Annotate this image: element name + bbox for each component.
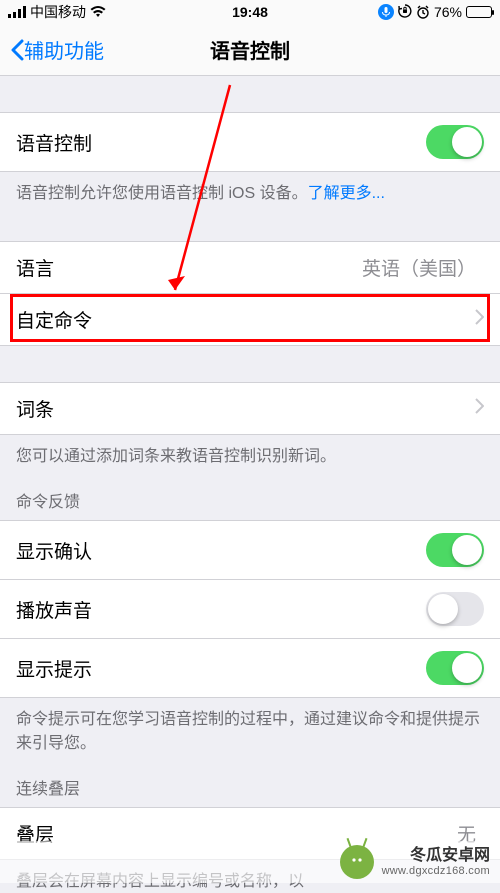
nav-bar: 辅助功能 语音控制 <box>0 24 500 76</box>
watermark-url: www.dgxcdz168.com <box>382 865 490 877</box>
mic-badge-icon <box>378 4 394 20</box>
back-label: 辅助功能 <box>24 35 104 64</box>
battery-icon <box>466 6 492 18</box>
show-confirm-toggle[interactable] <box>426 533 484 567</box>
show-confirm-row[interactable]: 显示确认 <box>0 520 500 580</box>
voice-control-label: 语音控制 <box>16 129 426 156</box>
watermark-name: 冬瓜安卓网 <box>382 847 490 865</box>
language-label: 语言 <box>16 254 362 281</box>
show-hints-label: 显示提示 <box>16 655 426 682</box>
alarm-icon <box>416 5 430 19</box>
carrier-label: 中国移动 <box>30 2 86 22</box>
vocabulary-row[interactable]: 词条 <box>0 382 500 435</box>
custom-commands-label: 自定命令 <box>16 306 475 333</box>
voice-control-toggle[interactable] <box>426 125 484 159</box>
show-hints-toggle[interactable] <box>426 651 484 685</box>
watermark-logo-icon <box>340 845 374 879</box>
language-value: 英语（美国） <box>362 254 476 281</box>
back-button[interactable]: 辅助功能 <box>10 35 104 64</box>
show-confirm-label: 显示确认 <box>16 537 426 564</box>
vocabulary-footer: 您可以通过添加词条来教语音控制识别新词。 <box>0 435 500 468</box>
status-bar: 中国移动 19:48 76% <box>0 0 500 24</box>
chevron-left-icon <box>10 39 24 61</box>
language-row[interactable]: 语言 英语（美国） <box>0 241 500 294</box>
signal-icon <box>8 6 26 18</box>
overlay-header: 连续叠层 <box>0 755 500 807</box>
voice-control-footer: 语音控制允许您使用语音控制 iOS 设备。了解更多... <box>0 172 500 205</box>
play-sound-row[interactable]: 播放声音 <box>0 580 500 639</box>
vocabulary-label: 词条 <box>16 395 475 422</box>
learn-more-link[interactable]: 了解更多... <box>308 185 385 202</box>
voice-control-row[interactable]: 语音控制 <box>0 112 500 172</box>
watermark: 冬瓜安卓网 www.dgxcdz168.com <box>0 841 500 883</box>
wifi-icon <box>90 6 106 18</box>
feedback-footer: 命令提示可在您学习语音控制的过程中，通过建议命令和提供提示来引导您。 <box>0 698 500 754</box>
feedback-header: 命令反馈 <box>0 468 500 520</box>
status-time: 19:48 <box>169 4 330 20</box>
show-hints-row[interactable]: 显示提示 <box>0 639 500 698</box>
custom-commands-row[interactable]: 自定命令 <box>0 294 500 346</box>
orientation-lock-icon <box>398 4 412 21</box>
chevron-right-icon <box>475 309 484 331</box>
play-sound-toggle[interactable] <box>426 592 484 626</box>
battery-percent: 76% <box>434 4 462 20</box>
chevron-right-icon <box>475 398 484 420</box>
play-sound-label: 播放声音 <box>16 596 426 623</box>
